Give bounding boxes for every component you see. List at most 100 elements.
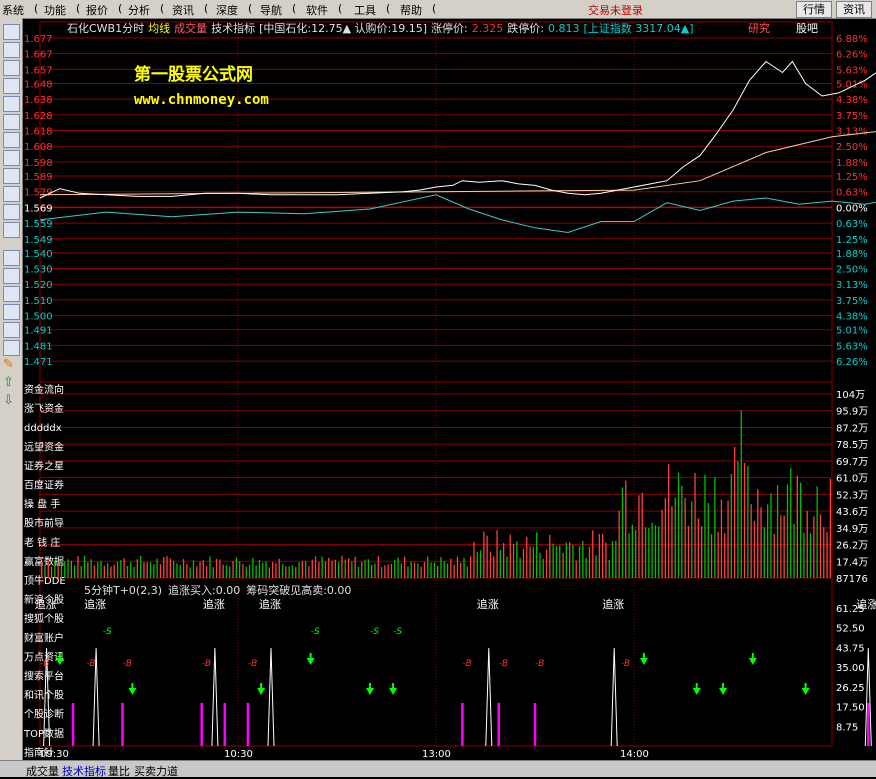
indicator-tick: 43.75 — [836, 643, 865, 654]
kline-icon[interactable] — [3, 96, 20, 112]
research-link: 研究 — [748, 21, 770, 35]
price-tick: 1.540 — [24, 249, 53, 260]
side-link: 搜狐个股 — [24, 612, 64, 625]
etf-icon[interactable] — [3, 222, 20, 238]
tab-volume[interactable]: 成交量 — [26, 763, 59, 779]
volume-tick: 26.2万 — [836, 541, 868, 552]
watermark-url: www.chnmoney.com — [134, 92, 269, 108]
indicator-tick: 8.75 — [836, 722, 858, 733]
trade-login-status[interactable]: 交易未登录 — [588, 2, 643, 18]
price-tick: 1.589 — [24, 172, 53, 183]
menu-system[interactable]: 系统 — [2, 2, 24, 18]
sell-mark: -S — [103, 627, 112, 637]
volume-tick: 34.9万 — [836, 524, 868, 535]
grid-icon[interactable] — [3, 42, 20, 58]
pct-tick: 5.01% — [836, 326, 868, 337]
pct-tick: 0.00% — [836, 203, 868, 214]
volume-tick: 87.2万 — [836, 423, 868, 434]
board-icon[interactable] — [3, 250, 20, 266]
tab-bid-ask-power[interactable]: 买卖力道 — [134, 763, 178, 779]
volume-tick: 43.6万 — [836, 507, 868, 518]
side-link: 操 盘 手 — [24, 498, 60, 511]
pct-tick: 3.75% — [836, 111, 868, 122]
news-icon[interactable] — [3, 150, 20, 166]
pct-tick: 5.63% — [836, 341, 868, 352]
tab-indicator[interactable]: 技术指标 — [62, 763, 106, 779]
quote-button[interactable]: 行情 — [796, 1, 832, 18]
table-icon[interactable] — [3, 132, 20, 148]
header-text-4: [中国石化:12.75▲ 认购价:19.15] — [259, 21, 427, 35]
menu-help[interactable]: 帮助 — [400, 2, 422, 18]
menu-bar: 系统( 功能( 报价( 分析( 资讯( 深度( 导航( 软件( 工具( 帮助( … — [0, 0, 876, 19]
menu-tools[interactable]: 工具 — [354, 2, 376, 18]
volume-tick: 69.7万 — [836, 457, 868, 468]
header-text-7: 跌停价: — [507, 21, 544, 35]
trend-icon[interactable] — [3, 286, 20, 302]
menu-quote-arrow: ( — [118, 2, 123, 15]
arrow-up-icon[interactable]: ⇧ — [3, 376, 18, 390]
volume-tick: 17.4万 — [836, 557, 868, 568]
report-icon[interactable] — [3, 114, 20, 130]
info-button[interactable]: 资讯 — [836, 1, 872, 18]
menu-help-arrow: ( — [432, 2, 437, 15]
pct-tick: 1.25% — [836, 172, 868, 183]
menu-quote[interactable]: 报价 — [86, 2, 108, 18]
pct-tick: 2.50% — [836, 265, 868, 276]
header-text-0: 石化CWB1分时 — [67, 21, 144, 35]
pct-tick: 1.25% — [836, 235, 868, 246]
people-icon[interactable] — [3, 186, 20, 202]
menu-depth[interactable]: 深度 — [216, 2, 238, 18]
side-link: 证券之星 — [24, 459, 64, 472]
b-mark: -B — [462, 659, 471, 669]
chart-icon[interactable] — [3, 60, 20, 76]
side-link: 资金流向 — [24, 383, 64, 396]
side-link: 搜索平台 — [24, 670, 64, 683]
price-tick: 1.657 — [24, 65, 53, 76]
pct-tick: 1.88% — [836, 158, 868, 169]
b-mark: -B — [40, 659, 49, 669]
menu-software[interactable]: 软件 — [306, 2, 328, 18]
intraday-chart[interactable]: 石化CWB1分时 均线 成交量 技术指标 [中国石化:12.75▲ 认购价:19.15]… — [22, 18, 876, 760]
price-tick: 1.549 — [24, 235, 53, 246]
side-link: 老 钱 庄 — [24, 536, 60, 549]
volume-tick: 52.3万 — [836, 490, 868, 501]
b-mark: -B — [535, 659, 544, 669]
chase-signal-label: 追涨 — [259, 597, 281, 611]
sector-icon[interactable] — [3, 268, 20, 284]
time-tick: 10:30 — [224, 749, 253, 760]
line-chart-icon[interactable] — [3, 78, 20, 94]
pct-tick: 6.26% — [836, 50, 868, 61]
price-tick: 1.569 — [24, 203, 53, 214]
list-icon[interactable] — [3, 24, 20, 40]
price-tick: 1.648 — [24, 79, 53, 90]
watermark-title: 第一股票公式网 — [134, 64, 253, 85]
sell-mark: -S — [311, 627, 320, 637]
pencil-icon[interactable]: ✎ — [3, 358, 18, 372]
search-icon[interactable] — [3, 204, 20, 220]
crown-icon[interactable] — [3, 168, 20, 184]
price-tick: 1.559 — [24, 219, 53, 230]
header-text-8: 0.813 — [548, 22, 580, 35]
calc-icon[interactable] — [3, 322, 20, 338]
header-text-1: 均线 — [148, 21, 170, 35]
indicator-header-0: 5分钟T+0(2,3) — [84, 583, 162, 597]
tab-volume-ratio[interactable]: 量比 — [108, 763, 130, 779]
export-icon[interactable] — [3, 340, 20, 356]
sell-mark: -S — [393, 627, 402, 637]
percent-icon[interactable] — [3, 304, 20, 320]
forum-link: 股吧 — [796, 22, 818, 35]
chase-signal-label: 追涨 — [35, 597, 57, 611]
left-toolbar: ✎ ⇧ ⇩ — [0, 18, 23, 766]
menu-navigate[interactable]: 导航 — [260, 2, 282, 18]
pct-tick: 2.50% — [836, 142, 868, 153]
price-tick: 1.510 — [24, 296, 53, 307]
pct-tick: 6.88% — [836, 34, 868, 45]
menu-analysis[interactable]: 分析 — [128, 2, 150, 18]
menu-function[interactable]: 功能 — [44, 2, 66, 18]
side-link: 百度证券 — [24, 479, 64, 492]
header-text-5: 涨停价: — [431, 21, 468, 35]
arrow-down-icon[interactable]: ⇩ — [3, 394, 18, 408]
side-link: dddddx — [24, 423, 62, 434]
menu-info[interactable]: 资讯 — [172, 2, 194, 18]
price-tick: 1.471 — [24, 357, 53, 368]
